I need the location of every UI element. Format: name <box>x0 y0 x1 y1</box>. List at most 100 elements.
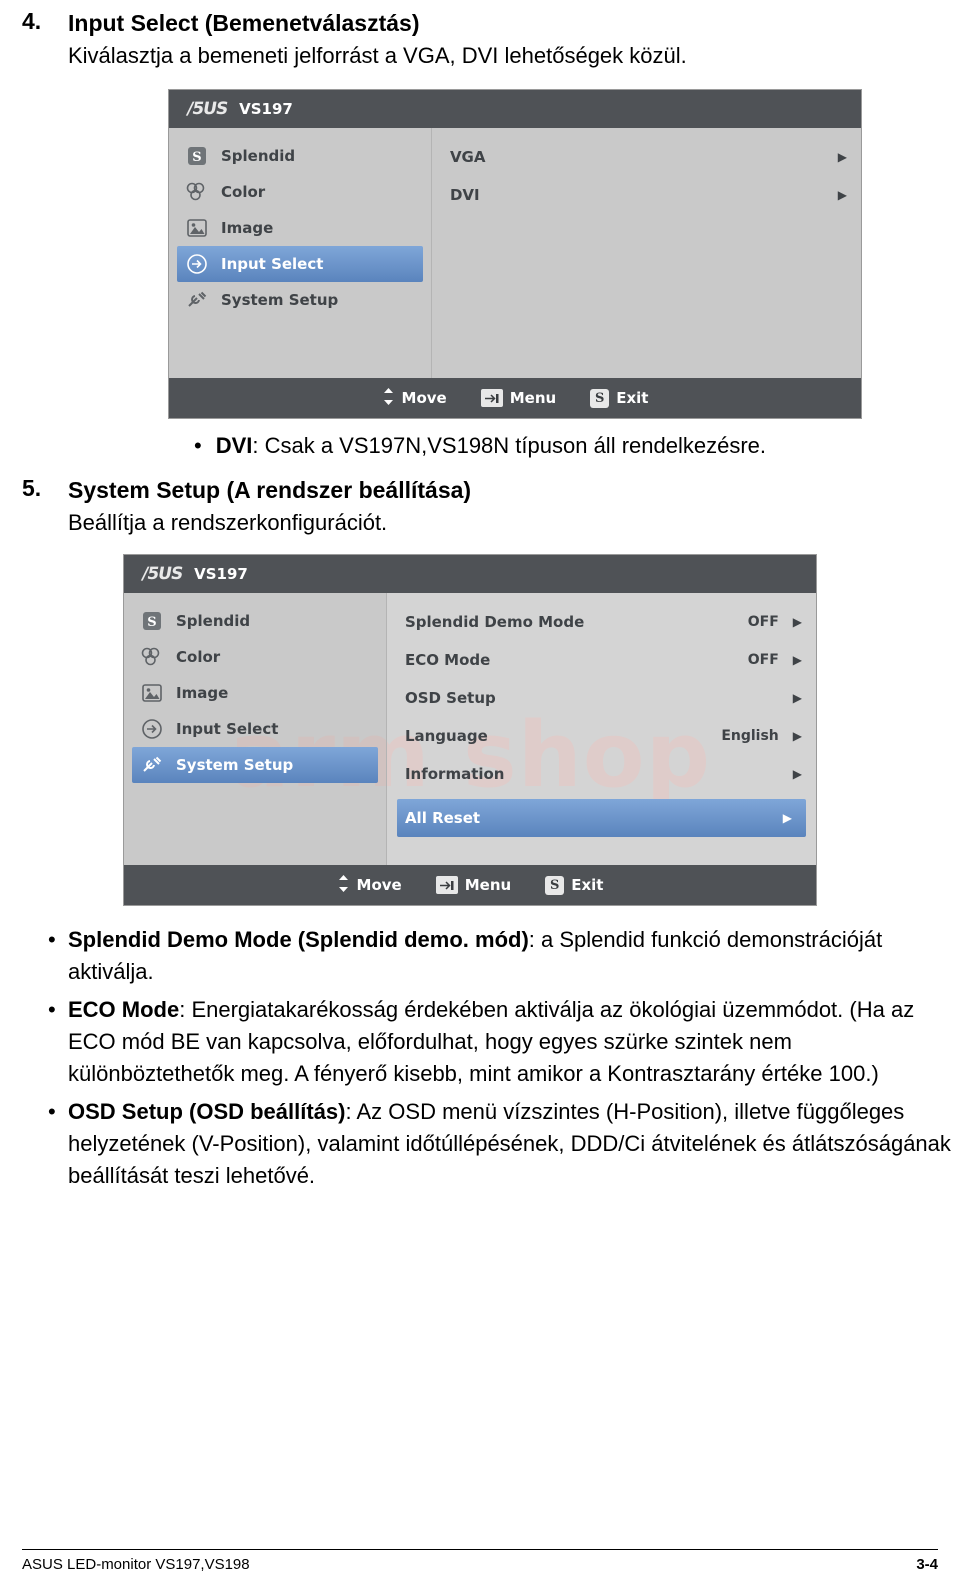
chevron-right-icon: ▶ <box>792 653 802 667</box>
osd-footer-menu[interactable]: Menu <box>480 389 556 407</box>
osd-model-label: VS197 <box>194 565 248 583</box>
osd-menu-item-image[interactable]: Image <box>124 675 386 711</box>
osd-menu-list: S Splendid Color Image Input Select Syst… <box>169 128 432 378</box>
osd-footer-move[interactable]: Move <box>382 387 447 410</box>
bullet-dot: • <box>48 927 56 952</box>
osd-option-information[interactable]: Information ▶ <box>387 755 816 793</box>
bullet-bold: Splendid Demo Mode (Splendid demo. mód) <box>68 927 529 952</box>
osd-menu-item-color[interactable]: Color <box>124 639 386 675</box>
bullet-dot: • <box>48 997 56 1022</box>
section-description: Kiválasztja a bemeneti jelforrást a VGA,… <box>68 43 687 68</box>
osd-option-label: DVI <box>449 186 480 204</box>
chevron-right-icon: ▶ <box>792 691 802 705</box>
osd-option-all-reset[interactable]: All Reset ▶ <box>396 799 806 837</box>
splendid-icon: S <box>140 610 164 632</box>
osd-option-label: VGA <box>449 148 486 166</box>
osd-menu-item-system-setup[interactable]: System Setup <box>169 282 431 318</box>
s-badge-icon: S <box>545 875 565 895</box>
osd-footer-label: Move <box>356 876 402 894</box>
osd-menu-item-image[interactable]: Image <box>169 210 431 246</box>
osd-body: S Splendid Color Image Input Select Syst… <box>124 593 816 865</box>
svg-text:S: S <box>147 615 156 630</box>
osd-option-label: Information <box>404 765 505 783</box>
footer-left-text: ASUS LED-monitor VS197,VS198 <box>22 1556 250 1573</box>
asus-logo-icon: /5US <box>185 99 229 119</box>
osd-menu-item-splendid[interactable]: S Splendid <box>124 603 386 639</box>
osd-footer-exit[interactable]: S Exit <box>590 388 649 408</box>
color-icon <box>185 181 209 203</box>
bullet-osd-setup: • OSD Setup (OSD beállítás): Az OSD menü … <box>0 1096 960 1192</box>
osd-option-list: Splendid Demo Mode OFF ▶ ECO Mode OFF ▶ … <box>386 593 816 865</box>
osd-menu-item-system-setup[interactable]: System Setup <box>132 747 378 783</box>
osd-option-value: English <box>721 728 779 744</box>
osd-menu-list: S Splendid Color Image Input Select Syst… <box>124 593 387 865</box>
section-input-select: 4. Input Select (Bemenetválasztás) Kivál… <box>0 8 960 71</box>
section-title: System Setup (A rendszer beállítása) <box>68 477 472 503</box>
osd-menu-item-label: Image <box>176 684 229 702</box>
input-select-icon <box>140 718 164 740</box>
osd-menu-item-label: Color <box>176 648 221 666</box>
osd-footer-label: Move <box>401 389 447 407</box>
osd-menu-item-color[interactable]: Color <box>169 174 431 210</box>
bullet-bold: OSD Setup (OSD beállítás) <box>68 1099 346 1124</box>
osd-menu-item-input-select[interactable]: Input Select <box>177 246 423 282</box>
system-setup-icon <box>140 754 164 776</box>
osd-option-label: OSD Setup <box>404 689 496 707</box>
osd-menu-item-splendid[interactable]: S Splendid <box>169 138 431 174</box>
osd-option-dvi[interactable]: DVI ▶ <box>432 176 861 214</box>
image-icon <box>140 682 164 704</box>
osd-option-splendid-demo-mode[interactable]: Splendid Demo Mode OFF ▶ <box>387 603 816 641</box>
color-icon <box>140 646 164 668</box>
asus-logo-icon: /5US <box>140 564 184 584</box>
osd-option-eco-mode[interactable]: ECO Mode OFF ▶ <box>387 641 816 679</box>
note-bold: DVI <box>215 433 253 458</box>
osd-window-input-select: /5US VS197 S Splendid Color Image Input … <box>168 89 862 419</box>
osd-option-label: Language <box>404 727 488 745</box>
system-setup-icon <box>185 289 209 311</box>
osd-footer-label: Exit <box>571 876 604 894</box>
chevron-right-icon: ▶ <box>782 811 792 825</box>
osd-option-vga[interactable]: VGA ▶ <box>432 138 861 176</box>
osd-menu-item-label: Color <box>221 183 266 201</box>
osd-footer-label: Menu <box>464 876 512 894</box>
osd-option-label: All Reset <box>404 809 481 827</box>
updown-arrows-icon <box>382 387 395 410</box>
osd-footer-bar: Move Menu S Exit <box>169 378 861 418</box>
osd-body: S Splendid Color Image Input Select Syst… <box>169 128 861 378</box>
splendid-icon: S <box>185 145 209 167</box>
osd-title-bar: /5US VS197 <box>124 555 816 593</box>
osd-option-value: OFF <box>747 614 779 630</box>
osd-menu-item-label: Image <box>221 219 274 237</box>
document-page: 4. Input Select (Bemenetválasztás) Kivál… <box>0 8 960 1595</box>
osd-option-language[interactable]: Language English ▶ <box>387 717 816 755</box>
osd-menu-item-label: Splendid <box>221 147 296 165</box>
bullet-eco-mode: • ECO Mode: Energiatakarékosság érdekében… <box>0 994 960 1090</box>
osd-menu-item-label: Input Select <box>176 720 279 738</box>
svg-text:S: S <box>192 150 201 165</box>
bullet-dot: • <box>48 1099 56 1124</box>
section-number: 5. <box>22 475 42 501</box>
chevron-right-icon: ▶ <box>837 150 847 164</box>
updown-arrows-icon <box>337 874 350 897</box>
section-title: Input Select (Bemenetválasztás) <box>68 10 420 36</box>
osd-menu-item-input-select[interactable]: Input Select <box>124 711 386 747</box>
osd-option-value: OFF <box>747 652 779 668</box>
menu-icon <box>480 389 503 407</box>
note-dvi-availability: • DVI: Csak a VS197N,VS198N típuson áll r… <box>0 433 960 459</box>
osd-option-osd-setup[interactable]: OSD Setup ▶ <box>387 679 816 717</box>
section-description: Beállítja a rendszerkonfigurációt. <box>68 510 388 535</box>
osd-option-label: Splendid Demo Mode <box>404 613 585 631</box>
section-number: 4. <box>22 8 42 34</box>
input-select-icon <box>185 253 209 275</box>
osd-footer-label: Exit <box>616 389 649 407</box>
osd-footer-menu[interactable]: Menu <box>435 876 512 894</box>
bullet-bold: ECO Mode <box>68 997 180 1022</box>
osd-menu-item-label: System Setup <box>221 291 339 309</box>
page-footer: ASUS LED-monitor VS197,VS198 3-4 <box>0 1549 960 1573</box>
osd-menu-item-label: System Setup <box>176 756 294 774</box>
osd-option-list: VGA ▶ DVI ▶ <box>432 128 861 378</box>
osd-footer-bar: Move Menu S Exit <box>124 865 816 905</box>
osd-footer-exit[interactable]: S Exit <box>545 875 604 895</box>
menu-icon <box>435 876 458 894</box>
osd-footer-move[interactable]: Move <box>337 874 402 897</box>
